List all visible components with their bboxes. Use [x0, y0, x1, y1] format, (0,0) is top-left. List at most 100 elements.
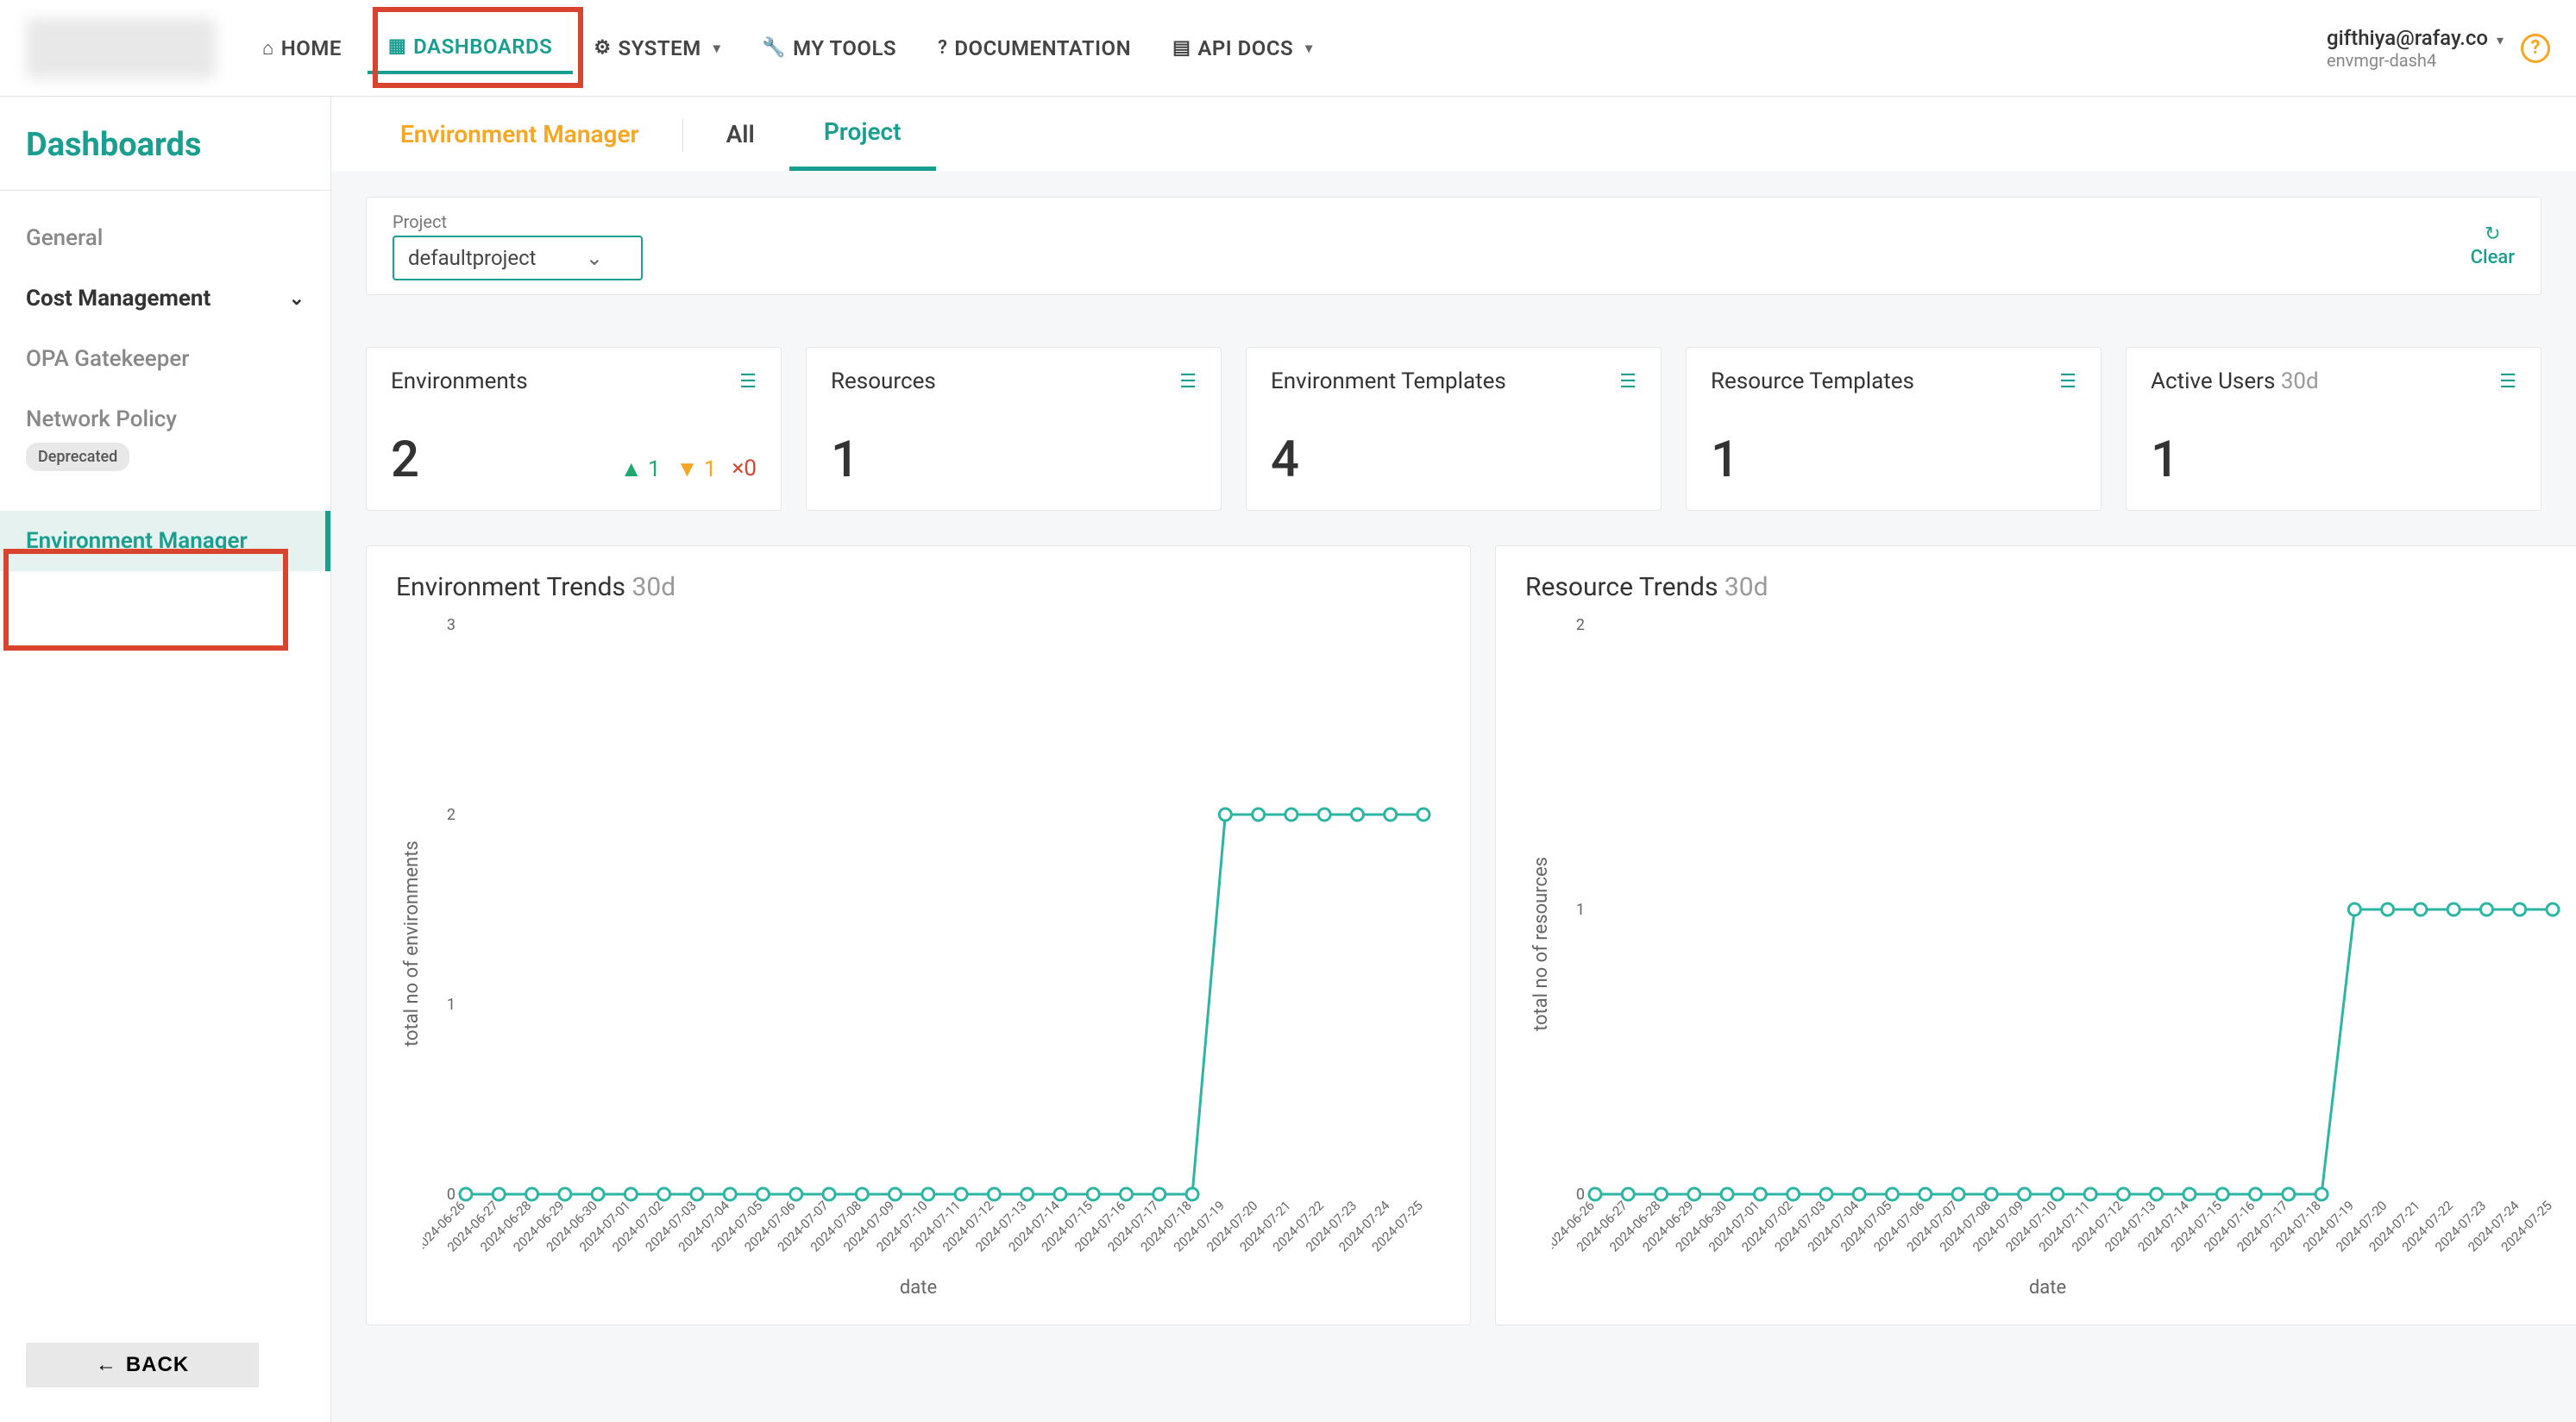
chart-title: Resource Trends 30d	[1525, 572, 2570, 602]
nav-apidocs[interactable]: ▤ API DOCS ▾	[1152, 24, 1334, 72]
chart-environment-trends: Environment Trends 30d total no of envir…	[366, 545, 1471, 1325]
help-circle-icon: ?	[938, 37, 947, 59]
clear-filter[interactable]: ↻ Clear	[2471, 223, 2515, 268]
chart-xlabel: date	[1525, 1277, 2570, 1299]
logo	[26, 18, 216, 79]
card-title: Environments	[391, 368, 528, 394]
project-filter-label: Project	[393, 211, 643, 232]
list-icon[interactable]: ☰	[2059, 371, 2077, 393]
home-icon: ⌂	[262, 37, 274, 60]
card-value: 1	[1711, 431, 2077, 489]
chevron-down-icon: ▾	[713, 40, 721, 56]
back-button[interactable]: ← BACK	[26, 1343, 259, 1387]
nav-mytools[interactable]: 🔧 MY TOOLS	[741, 24, 917, 72]
sidebar-list: General Cost Management ⌄ OPA Gatekeeper…	[0, 191, 330, 1325]
chart-xlabel: date	[396, 1277, 1441, 1299]
card-value: 2	[391, 431, 419, 489]
sidebar-item-opa[interactable]: OPA Gatekeeper	[0, 329, 330, 389]
card-resource-templates: Resource Templates ☰ 1	[1686, 347, 2102, 511]
chevron-down-icon: ▾	[1305, 40, 1313, 56]
chart-res-svg: 0122024-06-262024-06-272024-06-282024-06…	[1552, 616, 2570, 1272]
stat-down: ▼ 1	[676, 456, 717, 482]
sidebar-item-label: Network Policy	[26, 406, 177, 432]
svg-text:1: 1	[1576, 901, 1585, 919]
help-icon[interactable]: ?	[2521, 34, 2550, 63]
sidebar-item-label: OPA Gatekeeper	[26, 346, 189, 372]
clear-label: Clear	[2471, 247, 2515, 268]
nav-system[interactable]: ⚙ SYSTEM ▾	[573, 24, 741, 72]
sub-tabs: Environment Manager All Project	[331, 97, 2576, 171]
card-env-templates: Environment Templates ☰ 4	[1246, 347, 1662, 511]
list-icon[interactable]: ☰	[2499, 371, 2516, 393]
top-bar: ⌂ HOME ▦ DASHBOARDS ⚙ SYSTEM ▾ 🔧 MY TOOL…	[0, 0, 2576, 97]
wrench-icon: 🔧	[762, 37, 786, 59]
stat-x: ×0	[732, 456, 757, 482]
card-title: Environment Templates	[1271, 368, 1506, 394]
subtab-all[interactable]: All	[692, 99, 789, 169]
back-label: BACK	[126, 1353, 189, 1377]
card-value: 1	[831, 431, 1197, 489]
deprecated-badge: Deprecated	[26, 443, 129, 471]
sidebar: Dashboards General Cost Management ⌄ OPA…	[0, 97, 331, 1422]
nav-docs-label: DOCUMENTATION	[954, 36, 1131, 60]
card-mini-stats: ▲ 1 ▼ 1 ×0	[620, 456, 757, 482]
chart-row: Environment Trends 30d total no of envir…	[366, 545, 2541, 1325]
divider	[682, 119, 683, 152]
nav-documentation[interactable]: ? DOCUMENTATION	[917, 24, 1152, 72]
svg-text:2: 2	[1576, 616, 1585, 634]
card-environments: Environments ☰ 2 ▲ 1 ▼ 1 ×0	[366, 347, 782, 511]
chevron-down-icon: ▾	[2497, 32, 2504, 48]
card-title: Active Users 30d	[2151, 368, 2319, 394]
nav-dashboards-label: DASHBOARDS	[413, 35, 552, 59]
nav-home-label: HOME	[281, 36, 342, 60]
svg-text:3: 3	[447, 616, 456, 634]
sidebar-item-label: Cost Management	[26, 286, 210, 311]
sidebar-item-environment-manager[interactable]: Environment Manager	[0, 511, 330, 571]
filter-bar: Project defaultproject ⌄ ↻ Clear	[366, 197, 2541, 295]
sidebar-item-label: Environment Manager	[26, 528, 248, 554]
card-value: 1	[2151, 431, 2516, 489]
main-content: Environment Manager All Project Project …	[331, 97, 2576, 1422]
svg-text:2: 2	[447, 806, 456, 824]
gear-icon: ⚙	[594, 37, 611, 59]
document-icon: ▤	[1172, 37, 1191, 59]
nav-apidocs-label: API DOCS	[1197, 36, 1293, 60]
stat-cards: Environments ☰ 2 ▲ 1 ▼ 1 ×0 Resources ☰	[366, 347, 2541, 511]
chart-ylabel: total no of resources	[1525, 616, 1552, 1272]
chevron-down-icon: ⌄	[289, 288, 305, 310]
sidebar-title: Dashboards	[0, 97, 330, 191]
chart-env-svg: 01232024-06-262024-06-272024-06-282024-0…	[423, 616, 1441, 1272]
dashboard-icon: ▦	[388, 35, 406, 57]
project-selected-value: defaultproject	[408, 246, 537, 270]
sidebar-item-network-policy[interactable]: Network Policy Deprecated	[0, 389, 330, 488]
card-title: Resources	[831, 368, 936, 394]
sidebar-item-label: General	[26, 225, 103, 251]
card-resources: Resources ☰ 1	[806, 347, 1222, 511]
user-context: envmgr-dash4	[2327, 50, 2504, 71]
user-email: gifthiya@rafay.co	[2327, 26, 2488, 50]
project-select[interactable]: defaultproject ⌄	[393, 236, 643, 280]
svg-text:1: 1	[447, 996, 456, 1014]
arrow-left-icon: ←	[96, 1353, 117, 1377]
card-value: 4	[1271, 431, 1637, 489]
nav-system-label: SYSTEM	[619, 36, 701, 60]
list-icon[interactable]: ☰	[739, 371, 757, 393]
sidebar-item-cost[interactable]: Cost Management ⌄	[0, 268, 330, 329]
user-area: gifthiya@rafay.co ▾ envmgr-dash4 ?	[2327, 26, 2550, 71]
list-icon[interactable]: ☰	[1179, 371, 1197, 393]
sidebar-item-general[interactable]: General	[0, 208, 330, 268]
chart-ylabel: total no of environments	[396, 616, 423, 1272]
stat-up: ▲ 1	[620, 456, 661, 482]
nav-dashboards[interactable]: ▦ DASHBOARDS	[368, 22, 573, 74]
list-icon[interactable]: ☰	[1619, 371, 1637, 393]
chevron-down-icon: ⌄	[586, 246, 603, 270]
refresh-icon: ↻	[2485, 223, 2500, 245]
top-nav: ⌂ HOME ▦ DASHBOARDS ⚙ SYSTEM ▾ 🔧 MY TOOL…	[242, 22, 1334, 74]
card-title: Resource Templates	[1711, 368, 1914, 394]
nav-home[interactable]: ⌂ HOME	[242, 24, 362, 72]
card-active-users: Active Users 30d ☰ 1	[2126, 347, 2541, 511]
user-menu[interactable]: gifthiya@rafay.co ▾ envmgr-dash4	[2327, 26, 2504, 71]
subtab-project[interactable]: Project	[789, 97, 936, 171]
chart-resource-trends: Resource Trends 30d total no of resource…	[1495, 545, 2576, 1325]
subtab-env-manager[interactable]: Environment Manager	[366, 99, 674, 169]
